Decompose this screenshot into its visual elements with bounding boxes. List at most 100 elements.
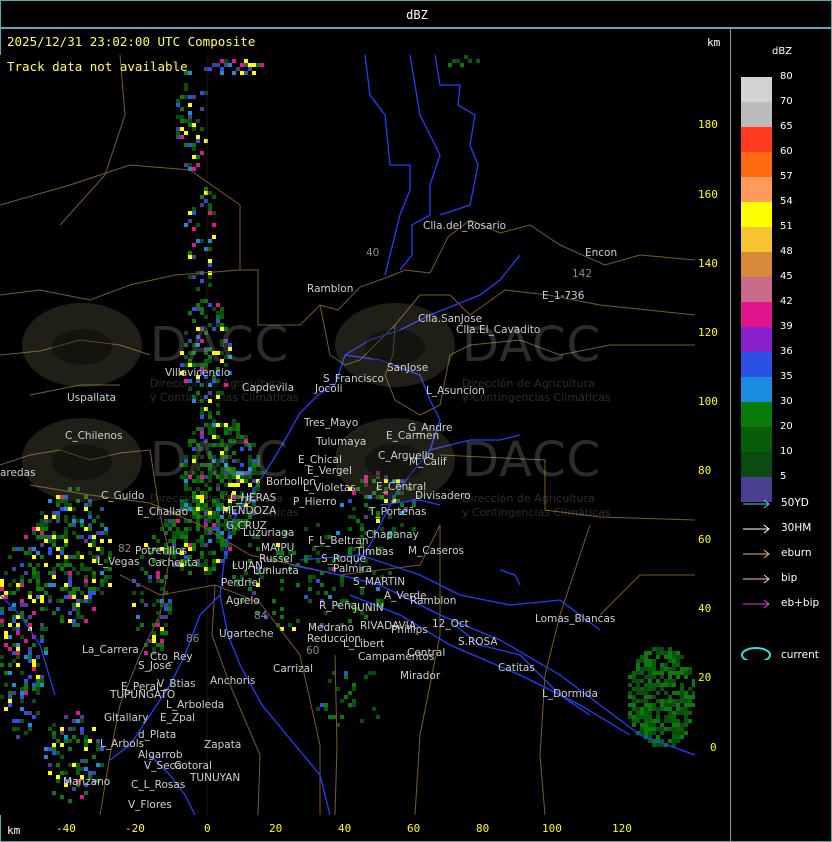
town-label: Clla.El_Cavadito — [456, 324, 541, 336]
town-label: Ramblon — [307, 283, 354, 295]
scale-swatch — [741, 427, 772, 452]
track-status-label: Track data not available — [7, 59, 188, 74]
town-label: Ugarteche — [219, 628, 274, 640]
scale-swatch — [741, 152, 772, 177]
town-label: L_Arboleda — [166, 699, 225, 711]
town-label: L_Libert — [343, 638, 385, 650]
x-tick-label: 20 — [269, 822, 283, 835]
scale-label: 45 — [780, 271, 793, 282]
town-label: Capdevila — [242, 382, 295, 394]
timestamp-label: 2025/12/31 23:02:00 UTC Composite — [7, 34, 256, 49]
route-label: 86 — [186, 633, 200, 645]
x-tick-label: 120 — [612, 822, 632, 835]
legend-title: dBZ — [772, 46, 793, 57]
town-label: S_MARTIN — [353, 576, 406, 588]
town-label: Manzano — [63, 776, 111, 788]
scale-swatch — [741, 327, 772, 352]
dacc-watermark-line: Dirección de Agricultura — [462, 492, 595, 505]
x-tick-label: 60 — [407, 822, 421, 835]
track-arrow-icon — [743, 549, 770, 559]
scale-swatch — [741, 352, 772, 377]
scale-label: 35 — [780, 371, 793, 382]
town-label: L_Asuncion — [426, 385, 485, 397]
x-tick-label: -40 — [56, 822, 76, 835]
track-arrow-icon — [743, 524, 770, 534]
town-label: M_Calif — [409, 456, 447, 468]
town-label: Agrelo — [226, 595, 260, 607]
track-arrow-icon — [743, 499, 770, 509]
town-label: S_Jose — [138, 660, 172, 672]
town-label: M_Caseros — [408, 545, 464, 557]
town-label: Lomas_Blancas — [535, 613, 616, 625]
town-label: E_Zpal — [160, 712, 196, 724]
town-label: Cacheuta — [148, 557, 198, 569]
town-label: Mirador — [400, 670, 441, 682]
town-label: Zapata — [204, 739, 242, 751]
town-label: Gltallary — [104, 712, 149, 724]
town-label: La_Carrera — [82, 644, 139, 656]
town-label: T_Porteñas — [369, 506, 427, 518]
y-tick-label: 60 — [698, 533, 712, 546]
scale-label: 5 — [780, 471, 787, 482]
scale-label: 39 — [780, 321, 793, 332]
radar-map[interactable]: DACC Dirección de Agricultura y Continge… — [0, 55, 695, 815]
town-label: Uspallata — [67, 392, 117, 404]
town-label: Anchoris — [210, 675, 256, 687]
x-tick-label: -20 — [125, 822, 145, 835]
track-arrow-icon — [743, 574, 770, 584]
town-label: R_Peña — [319, 600, 358, 612]
town-label: Perdriel — [221, 577, 261, 589]
scale-swatch — [741, 402, 772, 427]
title-bar: dBZ — [0, 0, 832, 28]
town-label: JUNIN — [354, 602, 384, 614]
town-label: E_Challao — [137, 506, 188, 518]
town-label: V_Flores — [128, 799, 172, 811]
town-label: Divisadero — [415, 490, 471, 502]
town-label: Villavicencio — [165, 367, 231, 379]
y-tick-label: 40 — [698, 602, 712, 615]
town-label: Potrerillos — [135, 545, 188, 557]
town-label: C_Guido — [101, 490, 145, 502]
scale-label: 70 — [780, 96, 793, 107]
scale-swatch — [741, 252, 772, 277]
town-label: Tres_Mayo — [304, 417, 359, 429]
dacc-watermark-brand: DACC — [150, 317, 290, 373]
y-axis-unit: km — [707, 36, 721, 49]
town-label: Russel — [259, 553, 293, 565]
town-label: Cotoral — [174, 760, 212, 772]
town-label: Jocoli — [315, 383, 343, 395]
track-legend-label: 50YD — [781, 497, 809, 509]
route-label: 40 — [366, 247, 380, 259]
scale-swatch — [741, 202, 772, 227]
scale-label: 51 — [780, 221, 793, 232]
town-label: Clla.del_Rosario — [423, 220, 507, 232]
scale-swatch — [741, 127, 772, 152]
town-label: E_1-736 — [542, 290, 585, 302]
scale-label: 30 — [780, 396, 793, 407]
scale-swatch — [741, 227, 772, 252]
title-text: dBZ — [406, 8, 428, 22]
scale-swatch — [741, 102, 772, 127]
route-label: 142 — [572, 268, 593, 280]
x-tick-label: 40 — [338, 822, 352, 835]
scale-label: 42 — [780, 296, 793, 307]
scale-label: 36 — [780, 346, 793, 357]
scale-label: 65 — [780, 121, 793, 132]
track-legend-label: bip — [781, 572, 798, 584]
town-label: Lunlunta — [253, 565, 299, 577]
town-label: L_Dormida — [542, 688, 598, 700]
current-track-icon — [741, 647, 771, 660]
town-label: E_Carmen — [386, 430, 440, 442]
y-tick-label: 100 — [698, 395, 718, 408]
scale-label: 80 — [780, 71, 793, 82]
town-label: Luzuriaga — [243, 527, 295, 539]
scale-swatch — [741, 77, 772, 102]
town-label: d_Plata — [138, 729, 177, 741]
town-label: Encon — [585, 247, 618, 259]
town-label: S_Roque — [321, 553, 366, 565]
y-tick-label: 80 — [698, 464, 712, 477]
scale-label: 54 — [780, 196, 793, 207]
x-axis-unit: km — [7, 824, 21, 837]
scale-swatch — [741, 277, 772, 302]
town-label: C_L_Rosas — [131, 779, 186, 791]
